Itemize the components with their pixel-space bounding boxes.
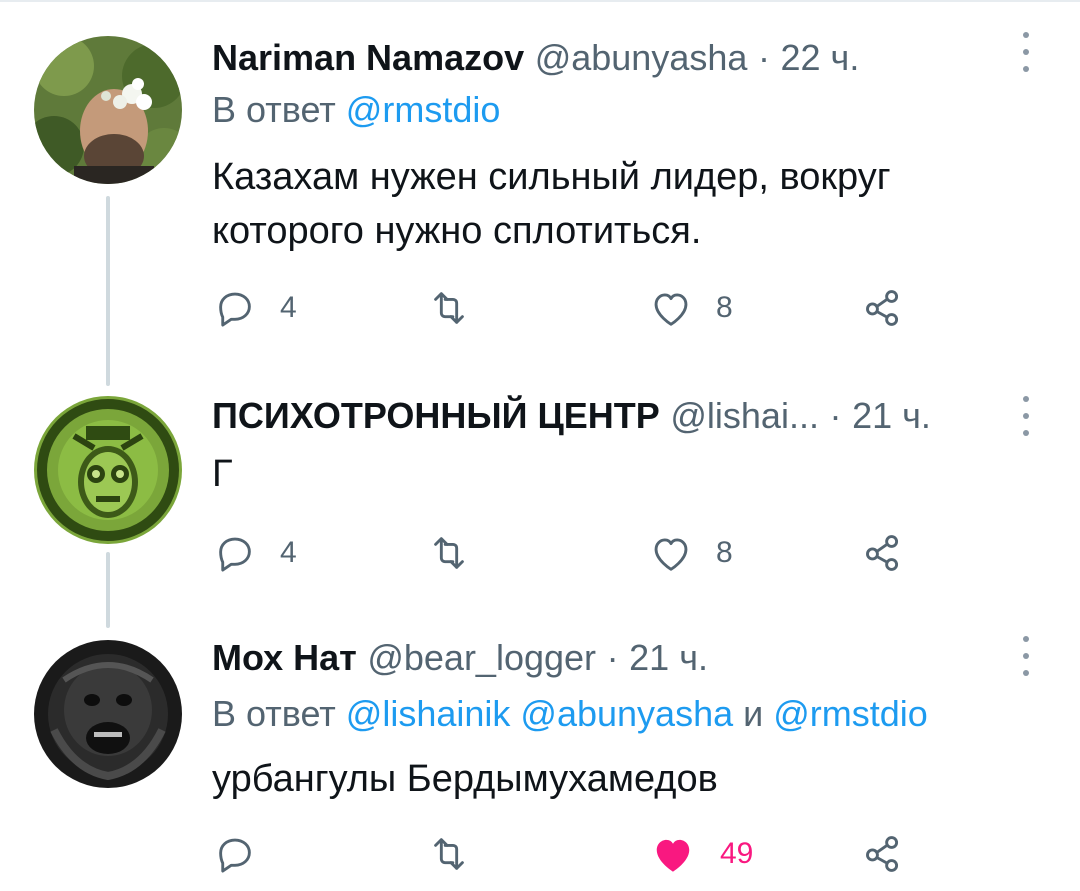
retweet-icon	[434, 838, 464, 870]
tweet-text: урбангулы Бердымухамедов	[212, 752, 1012, 806]
thread-line	[106, 196, 110, 386]
like-button[interactable]: 49	[648, 829, 753, 879]
timestamp[interactable]: 22 ч.	[781, 37, 860, 78]
share-icon	[866, 290, 899, 326]
timestamp[interactable]: 21 ч.	[852, 395, 931, 436]
reply-prefix: В ответ	[212, 89, 336, 130]
heart-icon	[654, 293, 688, 326]
reply-prefix: В ответ	[212, 693, 336, 734]
separator-dot: ·	[829, 395, 842, 436]
like-count: 8	[716, 536, 733, 569]
share-icon	[866, 836, 899, 872]
tweet-actions: 4 8	[212, 528, 972, 578]
retweet-icon	[434, 292, 464, 324]
like-button[interactable]: 8	[648, 283, 733, 333]
tweet-header: Nariman Namazov @abunyasha · 22 ч.	[212, 36, 859, 80]
tweet-text-line: которого нужно сплотиться.	[212, 210, 702, 252]
author-name[interactable]: Nariman Namazov	[212, 37, 524, 78]
green-illustration-icon	[34, 396, 182, 544]
top-divider	[0, 0, 1080, 2]
avatar[interactable]	[34, 36, 182, 184]
like-button[interactable]: 8	[648, 528, 733, 578]
reply-count: 4	[280, 536, 297, 569]
share-button[interactable]	[860, 829, 906, 879]
tweet-actions: 49	[212, 829, 972, 879]
tweet-actions: 4 8	[212, 283, 972, 333]
heart-icon	[654, 538, 688, 571]
mention-link[interactable]: @abunyasha	[520, 693, 733, 734]
reply-icon	[219, 292, 251, 327]
mention-joiner: и	[743, 693, 764, 734]
retweet-button[interactable]	[426, 283, 472, 333]
more-options-icon[interactable]	[1016, 32, 1036, 72]
mention-link[interactable]: @lishainik	[346, 693, 511, 734]
thread-line	[106, 552, 110, 628]
reply-icon	[219, 537, 251, 572]
tweet-text: Г	[212, 447, 1012, 501]
reply-button[interactable]: 4	[212, 528, 297, 578]
reply-context: В ответ @rmstdio	[212, 88, 500, 132]
retweet-button[interactable]	[426, 528, 472, 578]
tweet-text-line: урбангулы Бердымухамедов	[212, 758, 718, 800]
reply-button[interactable]	[212, 829, 258, 879]
separator-dot: ·	[606, 637, 619, 678]
mention-link[interactable]: @rmstdio	[346, 89, 501, 130]
retweet-button[interactable]	[426, 829, 472, 879]
tweet-text-line: Казахам нужен сильный лидер, вокруг	[212, 156, 891, 198]
tweet-header: Мох Нат @bear_logger · 21 ч.	[212, 636, 708, 680]
author-handle[interactable]: @lishai...	[670, 395, 819, 436]
like-count: 49	[720, 837, 754, 870]
reply-count: 4	[280, 291, 297, 324]
profile-photo-icon	[34, 36, 182, 184]
mention-link[interactable]: @rmstdio	[773, 693, 928, 734]
separator-dot: ·	[757, 37, 770, 78]
share-button[interactable]	[860, 283, 906, 333]
retweet-icon	[434, 537, 464, 569]
author-name[interactable]: ПСИХОТРОННЫЙ ЦЕНТР	[212, 395, 660, 436]
share-button[interactable]	[860, 528, 906, 578]
reply-icon	[219, 838, 251, 873]
more-options-icon[interactable]	[1016, 396, 1036, 436]
author-name[interactable]: Мох Нат	[212, 637, 357, 678]
timestamp[interactable]: 21 ч.	[629, 637, 708, 678]
monkey-photo-icon	[34, 640, 182, 788]
share-icon	[866, 535, 899, 571]
tweet-text: Казахам нужен сильный лидер, вокруг кото…	[212, 150, 1012, 258]
like-count: 8	[716, 291, 733, 324]
heart-filled-icon	[656, 839, 690, 872]
author-handle[interactable]: @abunyasha	[535, 37, 748, 78]
avatar[interactable]	[34, 396, 182, 544]
reply-context: В ответ @lishainik @abunyasha и @rmstdio	[212, 692, 928, 736]
avatar[interactable]	[34, 640, 182, 788]
tweet-header: ПСИХОТРОННЫЙ ЦЕНТР @lishai... · 21 ч.	[212, 394, 931, 438]
reply-button[interactable]: 4	[212, 283, 297, 333]
more-options-icon[interactable]	[1016, 636, 1036, 676]
tweet-text-line: Г	[212, 453, 233, 495]
author-handle[interactable]: @bear_logger	[367, 637, 596, 678]
